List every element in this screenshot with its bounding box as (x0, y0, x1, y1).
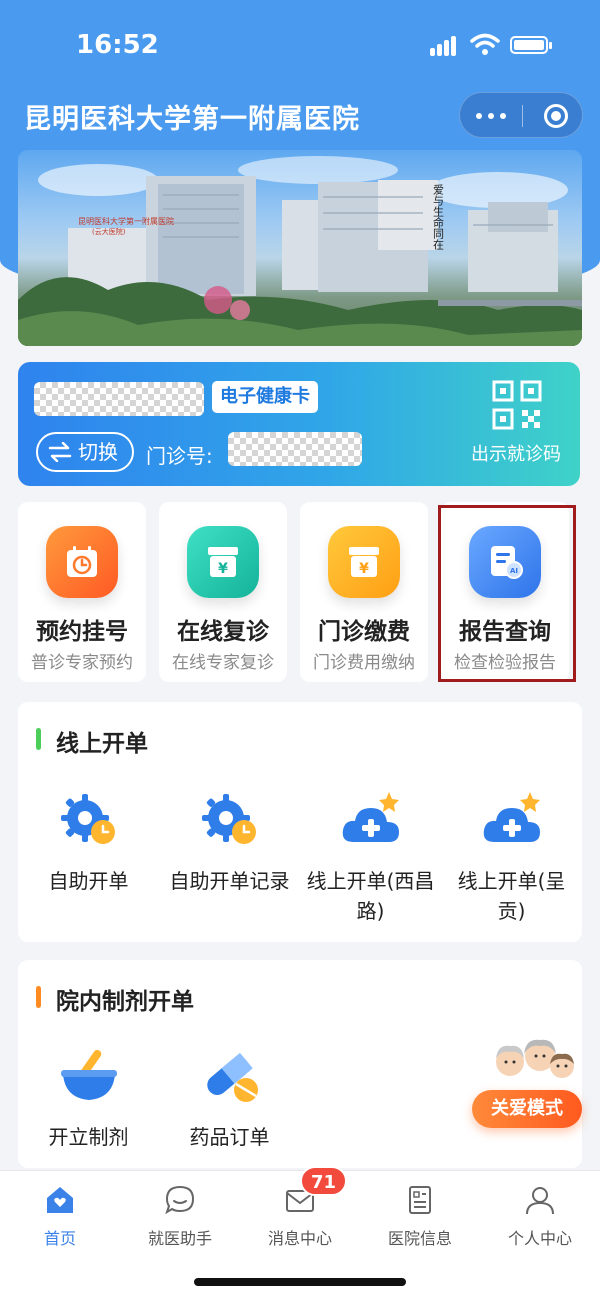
hospital-banner[interactable]: 昆明医科大学第一附属医院 (云大医院) 爱与生命同在 (18, 150, 582, 346)
drug-orders-item[interactable]: 药品订单 (159, 1046, 300, 1152)
online-orders-section: 线上开单 自助开单 自助开单记录 线上开单(西昌路) 线上开单(呈贡) (18, 702, 582, 942)
section-marker (36, 986, 41, 1008)
gear-clock-icon (57, 790, 121, 850)
grid-item-label: 自助开单记录 (169, 869, 290, 893)
section-title: 院内制剂开单 (56, 989, 194, 1015)
service-appointment[interactable]: 预约挂号 普诊专家预约 (18, 502, 146, 682)
wifi-icon (470, 33, 500, 55)
capsule-pill-icon (198, 1046, 262, 1106)
switch-card-button[interactable]: 切换 (36, 432, 134, 472)
service-online-revisit[interactable]: ¥ 在线复诊 在线专家复诊 (159, 502, 287, 682)
message-count-badge: 71 (300, 1166, 348, 1196)
tab-personal-center[interactable]: 个人中心 (480, 1183, 600, 1249)
calendar-clock-icon (46, 526, 118, 598)
tab-hospital-info[interactable]: 医院信息 (360, 1183, 480, 1249)
more-menu-icon[interactable] (460, 93, 522, 139)
tab-label: 个人中心 (507, 1229, 572, 1248)
grid-item-label: 线上开单(呈贡) (457, 869, 566, 923)
close-target-icon[interactable] (544, 104, 568, 128)
svg-text:¥: ¥ (218, 561, 228, 577)
cloud-plus-star-icon (339, 790, 403, 850)
user-icon (523, 1183, 557, 1217)
online-order-chenggong-item[interactable]: 线上开单(呈贡) (441, 790, 582, 926)
banner-slogan: 爱与生命同在 (432, 184, 445, 250)
switch-arrows-icon (48, 442, 72, 462)
cellular-signal-icon (430, 34, 462, 56)
tab-label: 医院信息 (387, 1229, 452, 1248)
banner-hospital-sign: 昆明医科大学第一附属医院 (78, 216, 174, 226)
masked-patient-name (34, 382, 204, 416)
mini-program-capsule (459, 92, 583, 138)
grid-item-label: 线上开单(西昌路) (306, 869, 435, 923)
self-order-records-item[interactable]: 自助开单记录 (159, 790, 300, 896)
hospital-banner-image: 昆明医科大学第一附属医院 (云大医院) 爱与生命同在 (18, 156, 582, 346)
tab-label: 消息中心 (267, 1229, 332, 1248)
status-bar: 16:52 (0, 0, 600, 90)
home-indicator[interactable] (194, 1278, 406, 1286)
grid-item-label: 药品订单 (189, 1125, 270, 1149)
battery-icon (510, 36, 552, 54)
document-list-icon (403, 1183, 437, 1217)
online-order-xichang-item[interactable]: 线上开单(西昌路) (300, 790, 441, 926)
report-query-highlight (438, 505, 576, 682)
care-mode-button[interactable]: 关爱模式 (472, 1090, 582, 1128)
status-time: 16:52 (76, 30, 159, 60)
yuan-box-icon: ¥ (187, 526, 259, 598)
service-subtitle: 普诊专家预约 (31, 653, 133, 673)
yuan-box-icon: ¥ (328, 526, 400, 598)
chat-bubble-icon (163, 1183, 197, 1217)
tab-label: 首页 (43, 1229, 76, 1248)
clinic-number-label: 门诊号: (146, 444, 213, 468)
service-title: 在线复诊 (177, 619, 269, 645)
tab-home[interactable]: 首页 (0, 1183, 120, 1249)
grid-item-label: 自助开单 (48, 869, 129, 893)
tab-label: 就医助手 (147, 1229, 212, 1248)
grid-item-label: 开立制剂 (48, 1125, 129, 1149)
cloud-plus-star-icon (480, 790, 544, 850)
tab-medical-assistant[interactable]: 就医助手 (120, 1183, 240, 1249)
switch-label: 切换 (78, 440, 118, 464)
e-health-card-tag[interactable]: 电子健康卡 (212, 381, 318, 413)
home-heart-icon (43, 1183, 77, 1217)
elderly-faces-icon (496, 1039, 574, 1078)
section-marker (36, 728, 41, 750)
tab-message-center[interactable]: 消息中心 (240, 1183, 360, 1249)
show-visit-code-label[interactable]: 出示就诊码 (471, 440, 561, 466)
mortar-pestle-icon (57, 1046, 121, 1106)
masked-clinic-number (228, 432, 362, 466)
service-title: 预约挂号 (36, 619, 128, 645)
section-title: 线上开单 (56, 731, 148, 757)
banner-hospital-sign-sub: (云大医院) (92, 227, 126, 236)
svg-text:¥: ¥ (359, 561, 369, 577)
service-subtitle: 门诊费用缴纳 (313, 653, 415, 673)
qr-code-icon[interactable] (492, 380, 542, 430)
service-title: 门诊缴费 (318, 619, 410, 645)
page-title: 昆明医科大学第一附属医院 (24, 104, 360, 135)
self-order-item[interactable]: 自助开单 (18, 790, 159, 896)
service-subtitle: 在线专家复诊 (172, 653, 274, 673)
gear-clock-icon (198, 790, 262, 850)
service-outpatient-payment[interactable]: ¥ 门诊缴费 门诊费用缴纳 (300, 502, 428, 682)
prescribe-preparation-item[interactable]: 开立制剂 (18, 1046, 159, 1152)
